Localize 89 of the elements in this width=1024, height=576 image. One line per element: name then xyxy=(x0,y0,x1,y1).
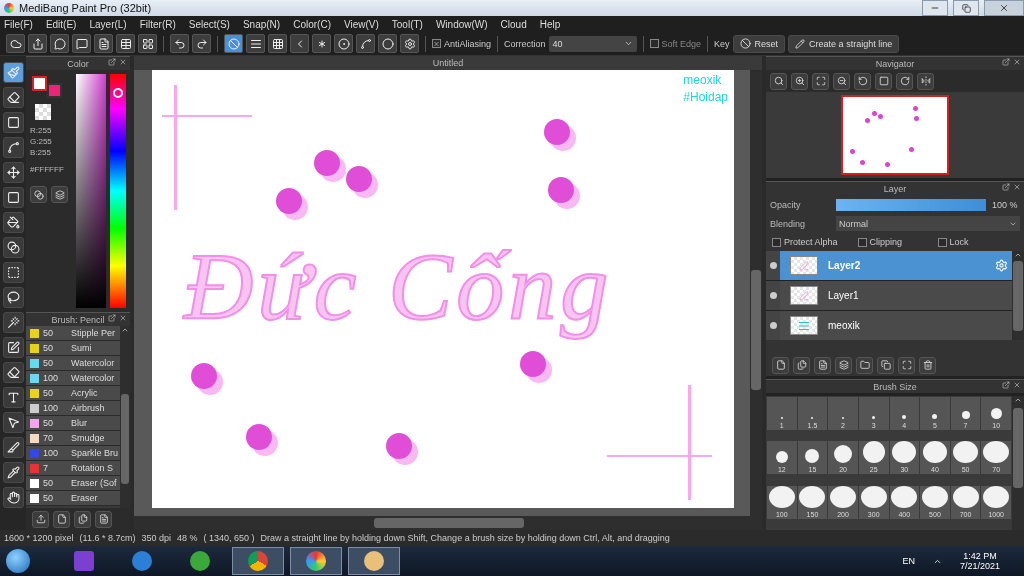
brush-size: 50 xyxy=(43,343,54,353)
brush-size: 50 xyxy=(43,493,54,503)
panel-title: Layer xyxy=(883,183,907,194)
signature-text: #Hoidap xyxy=(683,89,728,106)
brush-name: Eraser xyxy=(71,493,98,503)
brush-name: Watercolor xyxy=(71,358,115,368)
field-label: Correction xyxy=(504,38,546,49)
opacity-label: Opacity xyxy=(770,199,802,210)
blending-label: Blending xyxy=(770,218,807,229)
status-text: 48 % xyxy=(176,533,198,543)
brush-size: 70 xyxy=(43,433,54,443)
brush-size: 7 xyxy=(43,463,49,473)
layer-name: Layer1 xyxy=(828,290,860,301)
menu-item[interactable]: File(F) xyxy=(4,18,33,30)
brush-row[interactable]: 100 Sparkle Bru xyxy=(26,446,120,461)
channel-value: R:255 xyxy=(30,126,53,135)
brush-name: Stipple Per xyxy=(71,328,116,338)
brush-name: Smudge xyxy=(71,433,105,443)
checkbox-label: Soft Edge xyxy=(661,38,702,49)
menu-item[interactable]: Edit(E) xyxy=(45,18,77,30)
status-text: 1600 * 1200 pixel xyxy=(4,533,74,543)
clock[interactable]: 1:42 PM 7/21/2021 xyxy=(959,551,1000,571)
menu-item[interactable]: Cloud xyxy=(500,18,527,30)
brush-size: 50 xyxy=(43,418,54,428)
straight-line-button[interactable]: Create a straight line xyxy=(788,34,900,53)
menu-item[interactable]: Color(C) xyxy=(293,18,331,30)
brush-name: Eraser (Sof xyxy=(71,478,117,488)
brush-name: Sumi xyxy=(71,343,92,353)
menu-item[interactable]: Window(W) xyxy=(435,18,488,30)
blending-select[interactable]: Normal xyxy=(836,216,1020,231)
menu-item[interactable]: Snap(N) xyxy=(242,18,281,30)
brush-row[interactable]: 50 Sumi xyxy=(26,341,120,356)
window-title: MediBang Paint Pro (32bit) xyxy=(19,2,153,14)
menu-item[interactable]: Filter(R) xyxy=(139,18,176,30)
brush-row[interactable]: 100 Airbrush xyxy=(26,401,120,416)
brush-name: Sparkle Bru xyxy=(71,448,119,458)
layer-name: meoxik xyxy=(828,320,861,331)
brush-size: 50 xyxy=(43,388,54,398)
brush-size: 50 xyxy=(43,478,54,488)
brush-size: 50 xyxy=(43,358,54,368)
panel-title: Navigator xyxy=(875,58,915,69)
menu-item[interactable]: View(V) xyxy=(343,18,379,30)
channel-value: G:255 xyxy=(30,137,53,146)
checkbox-label: Clipping xyxy=(869,237,903,247)
brush-size: 100 xyxy=(43,403,60,413)
brush-row[interactable]: 100 Watercolor xyxy=(26,371,120,386)
signature-text: meoxik xyxy=(683,72,723,89)
checkbox-label: AntiAliasing xyxy=(444,38,492,49)
menu-item[interactable]: Select(S) xyxy=(188,18,230,30)
menu-item[interactable]: Layer(L) xyxy=(89,18,127,30)
layer-name: Layer2 xyxy=(828,260,862,271)
brush-row[interactable]: 50 Watercolor xyxy=(26,356,120,371)
opacity-value: 100 % xyxy=(992,199,1018,210)
menu-item[interactable]: Help xyxy=(539,18,561,30)
language-indicator[interactable]: EN xyxy=(902,556,915,566)
checkbox-label: Protect Alpha xyxy=(784,237,838,247)
brush-row[interactable]: 50 Eraser (Sof xyxy=(26,476,120,491)
brush-name: Rotation S xyxy=(71,463,114,473)
key-label: Key xyxy=(714,38,730,49)
layer-row[interactable]: meoxik xyxy=(766,311,1012,340)
reset-button[interactable]: Reset xyxy=(732,34,786,53)
layer-row[interactable]: Layer1 xyxy=(766,281,1012,310)
panel-title: Brush Size xyxy=(873,381,917,392)
checkbox-label: Lock xyxy=(949,237,969,247)
brush-row[interactable]: 50 Stipple Per xyxy=(26,326,120,341)
status-text: Draw a straight line by holding down Shift, Change a brush size by holding down Ctrl, Alt, and dragging xyxy=(260,533,670,543)
brush-name: Blur xyxy=(71,418,87,428)
brush-name: Watercolor xyxy=(71,373,115,383)
brush-size: 100 xyxy=(43,448,60,458)
channel-value: B:255 xyxy=(30,148,52,157)
correction-select[interactable]: 40 xyxy=(548,35,637,52)
document-tab[interactable]: Untitled xyxy=(134,56,762,70)
brush-name: Acrylic xyxy=(71,388,98,398)
brush-row[interactable]: 50 Eraser xyxy=(26,491,120,506)
brush-name: Airbrush xyxy=(71,403,105,413)
brush-row[interactable]: 7 Rotation S xyxy=(26,461,120,476)
brush-size: 100 xyxy=(43,373,60,383)
status-text: (11.6 * 8.7cm) xyxy=(79,533,136,543)
brush-size: 50 xyxy=(43,328,54,338)
brush-row[interactable]: 50 Blur xyxy=(26,416,120,431)
brush-row[interactable]: 50 Acrylic xyxy=(26,386,120,401)
hand-lettering: Đức Cống xyxy=(182,232,614,342)
status-text: 350 dpi xyxy=(141,533,171,543)
panel-title: Color xyxy=(67,58,89,69)
brush-row[interactable]: 70 Smudge xyxy=(26,431,120,446)
menu-item[interactable]: Tool(T) xyxy=(391,18,423,30)
hex-value: #FFFFFF xyxy=(30,165,65,174)
status-text: ( 1340, 650 ) xyxy=(203,533,255,543)
panel-title: Brush: Pencil xyxy=(51,314,105,325)
